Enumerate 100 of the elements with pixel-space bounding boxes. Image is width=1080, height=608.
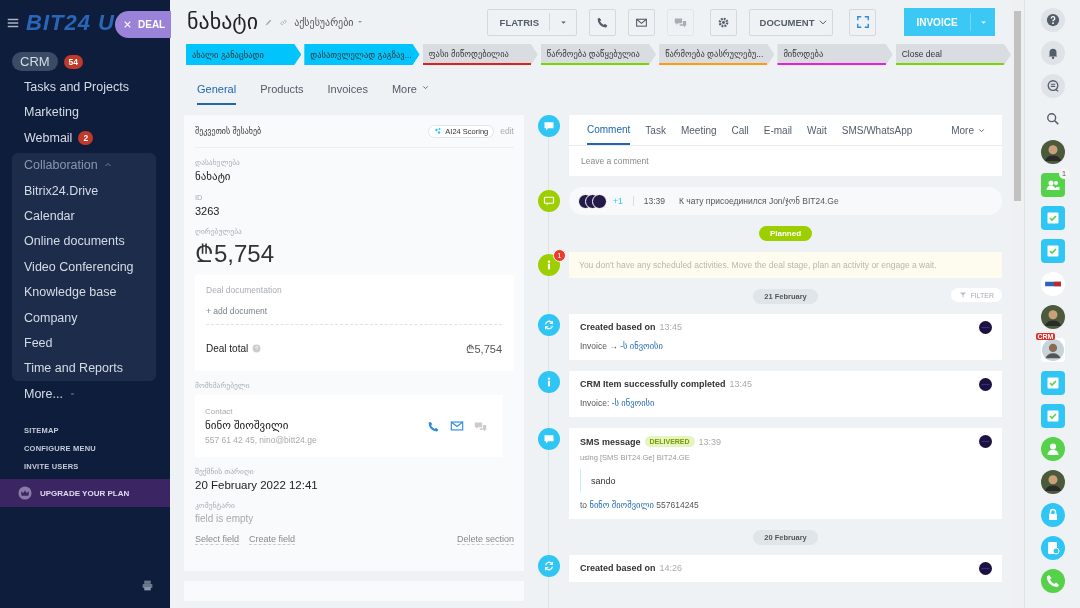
phone-icon	[1044, 573, 1061, 589]
help-button[interactable]	[1040, 8, 1065, 32]
avatar-icon	[1041, 339, 1064, 361]
toolbar-button[interactable]	[628, 8, 655, 36]
stage-step[interactable]: წარმოება დაწყებულია	[540, 44, 657, 65]
stage-step[interactable]: დასათვლელად გაგზავ...	[304, 44, 420, 65]
toolbar-button[interactable]	[589, 8, 616, 36]
field-value: ნახატი	[195, 170, 232, 183]
nav-item[interactable]: Feed	[24, 336, 53, 350]
user-avatar[interactable]	[1040, 470, 1065, 494]
action-link[interactable]: Create field	[249, 534, 296, 545]
section-tab[interactable]: Invoices	[327, 83, 368, 103]
stage-step[interactable]: Close deal	[895, 44, 1011, 65]
avatar-icon	[1040, 470, 1065, 494]
nav-item[interactable]: Video Conferencing	[24, 259, 134, 274]
activity-tab[interactable]: E-mail	[763, 115, 793, 145]
chat-icon	[474, 419, 487, 433]
delete-link[interactable]: Delete section	[456, 534, 514, 545]
category-select[interactable]: აქსესუარები	[294, 16, 364, 28]
activity-tab[interactable]: Meeting	[680, 115, 717, 145]
user-avatar[interactable]	[1040, 140, 1065, 164]
avatar-icon	[979, 435, 992, 448]
more-tab[interactable]: More	[951, 115, 986, 145]
nav-item[interactable]: Calendar	[24, 209, 75, 224]
search-icon	[1045, 112, 1060, 126]
menu-icon	[6, 16, 20, 30]
scrollbar-thumb[interactable]	[1014, 11, 1021, 201]
fullscreen-button[interactable]	[849, 8, 876, 36]
event-title: SMS message	[580, 436, 641, 447]
refresh-icon	[543, 560, 555, 572]
document-button[interactable]: DOCUMENT	[749, 8, 833, 36]
message-text: sando	[591, 476, 616, 486]
field-value: field is empty	[195, 513, 255, 524]
action-link[interactable]: Select field	[195, 534, 240, 545]
chat-icon	[674, 15, 687, 29]
stage-step[interactable]: ახალი განაცხადი	[186, 44, 302, 65]
nav-item[interactable]: Company	[24, 310, 78, 325]
corners-icon	[855, 15, 870, 29]
entity-link[interactable]: -ს ინვოისი	[611, 398, 655, 408]
message-icon	[543, 195, 555, 207]
chat-bubble-icon	[543, 433, 555, 445]
event-time: 13:45	[659, 322, 683, 332]
comment-field[interactable]: Leave a comment	[569, 146, 1002, 176]
mail-icon	[450, 419, 464, 433]
crm-button[interactable]	[1040, 338, 1065, 362]
activity-tab[interactable]: Call	[731, 115, 749, 145]
counter-badge: 1	[1058, 168, 1070, 179]
nav-group-title[interactable]: Collaboration	[24, 158, 98, 173]
stage-step[interactable]: მიწოდება	[777, 44, 893, 65]
notifications-button[interactable]	[1040, 41, 1065, 65]
upgrade-button[interactable]: UPGRADE YOUR PLAN	[0, 479, 170, 508]
nav-item[interactable]: Webmail	[24, 130, 73, 145]
refresh-icon	[543, 319, 555, 331]
more-link[interactable]: More...	[24, 386, 63, 401]
section-tab[interactable]: More	[391, 83, 430, 103]
app-button[interactable]	[1040, 272, 1065, 296]
deal-title: ნახატი	[187, 9, 259, 35]
nav-item[interactable]: Online documents	[24, 234, 125, 249]
stage-step[interactable]: ფასი მიწოდებილია	[422, 44, 538, 65]
section-tab[interactable]: Products	[260, 83, 304, 103]
nav-item[interactable]: Marketing	[24, 105, 79, 120]
scoring-icon	[434, 127, 443, 135]
event-title: CRM Item successfully completed	[580, 379, 726, 389]
chats-button[interactable]	[1040, 74, 1065, 98]
nav-item[interactable]: Knowledge base	[24, 285, 117, 300]
filter-icon	[959, 291, 968, 299]
event-text: Invoice →	[580, 341, 618, 351]
entity-link[interactable]: -ს ინვოისი	[620, 341, 663, 351]
avatar-icon	[979, 321, 992, 334]
entry-time: 13:39	[643, 196, 665, 206]
contact-info: 557 61 42 45, nino@bitt24.ge	[205, 435, 317, 445]
field-value: 3263	[195, 205, 221, 217]
amount-value: ₾5,754	[195, 239, 276, 269]
help-icon	[1045, 13, 1060, 27]
activity-tab[interactable]: Task	[645, 115, 666, 145]
settings-icon	[717, 15, 730, 29]
section-tab[interactable]: General	[197, 83, 237, 105]
pipeline-select[interactable]: FLATRIS	[486, 8, 577, 36]
nav-item[interactable]: Tasks and Projects	[24, 80, 129, 95]
phone-icon	[427, 419, 440, 433]
contact-label: Contact	[205, 407, 234, 416]
counter-badge: 2	[78, 130, 94, 145]
close-icon	[123, 20, 132, 29]
add-document-link[interactable]: + add document	[206, 306, 502, 325]
activity-tab[interactable]: SMS/WhatsApp	[841, 115, 913, 145]
card-title: შეკვეთის შესახებ	[195, 126, 262, 136]
link-icon	[279, 17, 289, 27]
entity-link[interactable]: ნინო შიოშვილი	[589, 500, 654, 510]
event-time: 13:45	[729, 379, 753, 389]
avatar-icon	[979, 378, 992, 391]
avatar-icon	[1040, 305, 1065, 329]
activity-tab[interactable]: Wait	[807, 115, 827, 145]
nav-item[interactable]: CRM	[12, 52, 58, 72]
nav-item[interactable]: Bitrix24.Drive	[24, 183, 99, 198]
nav-item[interactable]: Time and Reports	[24, 361, 123, 376]
stage-step[interactable]: წარმოება დასრულებუ...	[659, 44, 775, 65]
user-avatar[interactable]	[1040, 305, 1065, 329]
event-title: Created based on	[580, 563, 656, 573]
toolbar-button[interactable]	[710, 8, 737, 36]
contact-name[interactable]: ნინო შიოშვილი	[205, 419, 317, 432]
